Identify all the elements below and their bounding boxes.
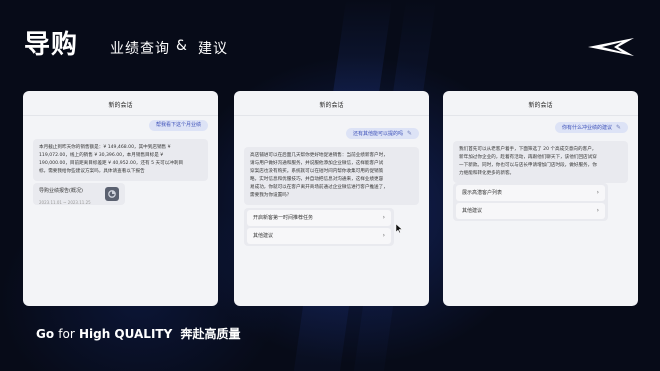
bot-line: 我们首先可以从老客户着手，下面筛选了 20 个高成交意向的客户， <box>459 147 597 152</box>
bot-line: 119,072.00，线上的销售 ¥ 30,396.00，本月销售目标是 ¥ <box>39 153 164 158</box>
user-message-text: 你有什么冲业绩的建议 <box>561 125 612 131</box>
divider <box>443 115 638 116</box>
bot-line: 标，需要我给你些建议方案吗，具体请查看以下报告 <box>39 169 145 174</box>
divider <box>234 115 429 116</box>
user-message: 你有什么冲业绩的建议 ✎ <box>554 122 628 133</box>
bot-line: 需要我为你设置吗？ <box>250 193 292 198</box>
page-subtitle-amp: & <box>176 38 187 54</box>
bot-line: 请与用户做好沟通和服务，并说服他添加企业微信，这样能客户试 <box>250 161 384 166</box>
footer-slogan: Go for High QUALITY 奔赴高质量 <box>36 325 241 342</box>
chat-card-3: 新的会话 你有什么冲业绩的建议 ✎ 我们首先可以从老客户着手，下面筛选了 20 个… <box>443 91 638 306</box>
bot-message: 高店铺进可以在后面几天帮你更好地促进销售：当前业绩新客户时， 请与用户做好沟通和… <box>244 147 419 205</box>
option-item[interactable]: 其他建议 › <box>456 203 605 219</box>
chevron-right-icon: › <box>596 189 599 196</box>
bot-line: 高店铺进可以在后面几天帮你更好地促进销售：当前业绩新客户时， <box>250 153 388 158</box>
chat-card-1: 新的会话 帮我看下这个月业绩 本月截止到昨天你的销售额是：¥ 149,468.0… <box>23 91 218 306</box>
option-item[interactable]: 展示高潜客户列表 › <box>456 185 605 201</box>
bot-line: 190,000.00，目前距离目标差距 ¥ 40,952.00，还有 5 天可以… <box>39 161 184 166</box>
option-label: 其他建议 <box>253 233 274 239</box>
page-title: 导购 <box>24 30 79 60</box>
user-message: 帮我看下这个月业绩 <box>148 120 208 131</box>
option-item[interactable]: 其他建议 › <box>247 228 391 244</box>
page-subtitle-2: 建议 <box>198 41 228 57</box>
slogan-for: for <box>58 327 75 341</box>
option-list: 开启新客第一时间推荐任务 › 其他建议 › <box>244 208 394 246</box>
chat-title: 新的会话 <box>108 102 133 109</box>
bot-line: 略，实时信息和优服技巧，并自动把信息对沟通来，这样业绩更容 <box>250 177 384 182</box>
chat-card-2: 新的会话 还有其他能可以提的吗 ✎ 高店铺进可以在后面几天帮你更好地促进销售：当前… <box>234 91 429 306</box>
option-item[interactable]: 开启新客第一时间推荐任务 › <box>247 210 391 226</box>
mouse-cursor-icon <box>396 224 402 233</box>
chevron-right-icon: › <box>382 214 385 221</box>
bot-line: 新年加过你企业的，趁着有活动，再跟他们聊天下，该他们回店试穿 <box>459 155 597 160</box>
edit-icon[interactable]: ✎ <box>616 122 621 133</box>
bot-message: 本月截止到昨天你的销售额是：¥ 149,468.00，其中到店销售 ¥ 119,… <box>33 139 208 181</box>
bot-line: 穿案店也没有购买。系统就可以在短时间内帮你收集可用的促销策 <box>250 169 384 174</box>
bot-line: 一下新款。同时，你也可以与店长申请增加门店时段，做好服务，你 <box>459 163 597 168</box>
chat-title: 新的会话 <box>528 102 553 109</box>
option-list: 展示高潜客户列表 › 其他建议 › <box>453 183 608 221</box>
divider <box>23 115 218 116</box>
user-message: 还有其他能可以提的吗 ✎ <box>345 128 419 139</box>
bot-line: 本月截止到昨天你的销售额是：¥ 149,468.00，其中到店销售 ¥ <box>39 145 171 150</box>
brand-logo-icon <box>588 38 634 56</box>
slogan-hq: High QUALITY <box>78 327 173 341</box>
bot-line: 力继能和转化更多的新客。 <box>459 171 515 176</box>
option-label: 其他建议 <box>462 208 483 214</box>
slogan-go: Go <box>36 327 55 341</box>
chat-title: 新的会话 <box>319 102 344 109</box>
slogan-cn: 奔赴高质量 <box>180 327 241 341</box>
option-label: 开启新客第一时间推荐任务 <box>253 215 314 221</box>
page-subtitle: 业绩查询 <box>110 41 170 57</box>
bot-line: 易成功，你就可以在客户离开商场前通过企业微信进行客户推送了， <box>250 185 388 190</box>
bot-message: 我们首先可以从老客户着手，下面筛选了 20 个高成交意向的客户， 新年加过你企业… <box>453 141 628 183</box>
edit-icon[interactable]: ✎ <box>407 128 412 139</box>
chevron-right-icon: › <box>382 232 385 239</box>
user-message-text: 还有其他能可以提的吗 <box>352 131 403 137</box>
report-file-icon <box>105 187 119 201</box>
report-attachment[interactable]: 导购业绩报告(概况) 2023.11.01 ~ 2023.11.25 <box>33 183 125 205</box>
option-label: 展示高潜客户列表 <box>462 190 503 196</box>
chevron-right-icon: › <box>596 207 599 214</box>
